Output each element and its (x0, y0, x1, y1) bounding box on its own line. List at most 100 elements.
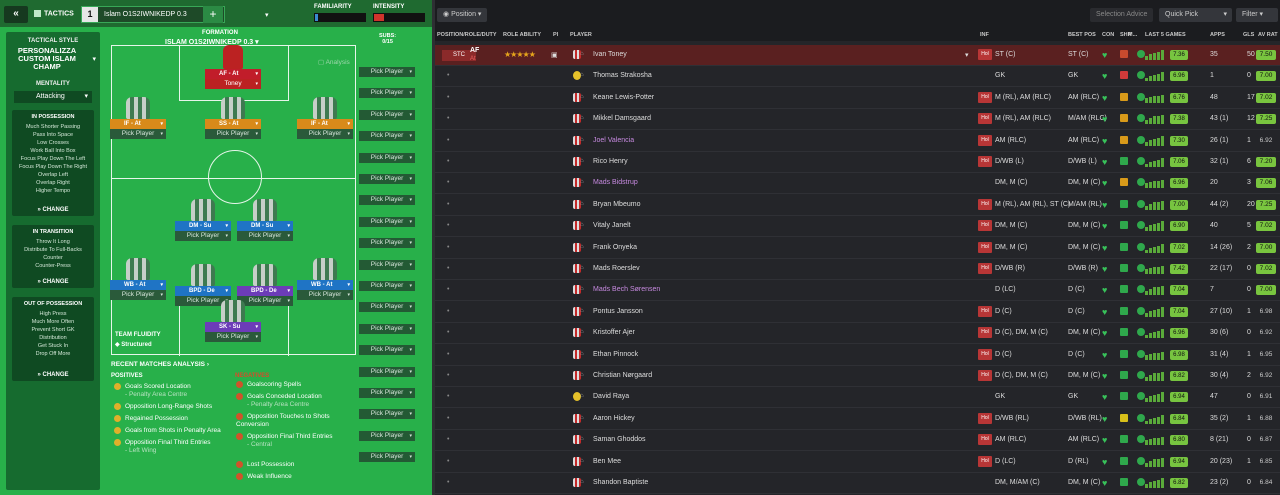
analysis-item[interactable]: Opposition Final Third Entries - Left Win… (114, 439, 234, 455)
table-row[interactable]: • ⌂ Mads Roerslev Hol D/WB (R) D/WB (R) ♥ 7.42 2… (435, 259, 1280, 280)
table-row[interactable]: • ⌂ Ethan Pinnock Hol D (C) D (C) ♥ 6.98 31 (4) 1… (435, 345, 1280, 366)
table-row[interactable]: • ⌂ Frank Onyeka Hol DM, M (C) DM, M (C) ♥ 7.02… (435, 238, 1280, 259)
table-row[interactable]: • ⌂ Vitaly Janelt Hol DM, M (C) DM, M (C) ♥ 6.9… (435, 216, 1280, 238)
formation-slot[interactable]: SK - SuPick Player (205, 300, 261, 342)
sub-slot[interactable]: Pick Player (359, 345, 415, 356)
player-name[interactable]: Aaron Hickey (593, 415, 635, 422)
sub-slot[interactable]: Pick Player (359, 409, 415, 420)
player-name[interactable]: Mikkel Damsgaard (593, 115, 651, 122)
table-row[interactable]: • ⌂ Aaron Hickey Hol D/WB (RL) D/WB (RL) ♥ 6.84… (435, 409, 1280, 430)
table-row[interactable]: • ⌂ David Raya GK GK ♥ 6.94 47 0 6.91 (435, 387, 1280, 409)
sub-slot[interactable]: Pick Player (359, 302, 415, 313)
player-selector[interactable]: Pick Player (205, 129, 261, 139)
player-name[interactable]: Christian Nørgaard (593, 372, 652, 379)
role-selector[interactable]: AF - At (205, 69, 261, 79)
table-row[interactable]: • ⌂ Saman Ghoddos Hol AM (RLC) AM (RLC) ♥ 6.80 8… (435, 430, 1280, 452)
change-in-transition-button[interactable]: » CHANGE (12, 279, 94, 285)
pi-icon[interactable]: ▣ (551, 51, 558, 59)
pick-sub-player[interactable]: Pick Player (359, 345, 415, 356)
player-name[interactable]: Thomas Strakosha (593, 72, 652, 79)
role-selector[interactable]: DM - Su (175, 221, 231, 231)
table-row[interactable]: • ⌂ Joel Valencia Hol AM (RLC) AM (RLC) ♥ 7.30 2… (435, 131, 1280, 152)
pick-sub-player[interactable]: Pick Player (359, 131, 415, 142)
player-name[interactable]: Saman Ghoddos (593, 436, 646, 443)
pick-sub-player[interactable]: Pick Player (359, 216, 415, 227)
formation-slot[interactable]: AF - AtToney (205, 45, 261, 89)
player-name[interactable]: Kristoffer Ajer (593, 329, 635, 336)
analysis-item[interactable]: Opposition Long-Range Shots (114, 403, 234, 411)
sub-slot[interactable]: Pick Player (359, 366, 415, 377)
column-header-1[interactable]: ROLE ABILITY (503, 32, 541, 38)
sub-slot[interactable]: Pick Player (359, 109, 415, 120)
sub-slot[interactable]: Pick Player (359, 323, 415, 334)
chevron-down-icon[interactable]: ▾ (84, 91, 88, 103)
formation-slot[interactable]: IF - AtPick Player (297, 97, 353, 139)
sub-slot[interactable]: Pick Player (359, 131, 415, 142)
table-row[interactable]: STC AF At ★★★★★ ▣ ⌂ Ivan Toney ▾ Hol ST (C) ST (C)… (435, 45, 1280, 66)
analysis-item[interactable]: Opposition Final Third Entries - Central (236, 433, 351, 449)
role-selector[interactable]: WB - At (297, 280, 353, 290)
table-row[interactable]: • ⌂ Thomas Strakosha GK GK ♥ 6.96 1 0 7.00 (435, 66, 1280, 88)
analysis-item[interactable]: Goals from Shots in Penalty Area (114, 427, 234, 435)
player-name[interactable]: David Raya (593, 393, 629, 400)
analysis-toggle[interactable]: ▢ Analysis (318, 58, 350, 66)
role-selector[interactable]: BPD - De (237, 286, 293, 296)
change-in-possession-button[interactable]: » CHANGE (12, 207, 94, 213)
player-name[interactable]: Ethan Pinnock (593, 351, 638, 358)
player-name[interactable]: Mads Bech Sørensen (593, 286, 660, 293)
player-name[interactable]: Pontus Jansson (593, 308, 643, 315)
analysis-item[interactable]: Lost Possession (236, 461, 351, 469)
pick-sub-player[interactable]: Pick Player (359, 452, 415, 463)
analysis-item[interactable]: Goalscoring Spells (236, 381, 351, 389)
formation-slot[interactable]: DM - SuPick Player (237, 199, 293, 241)
collapse-button[interactable]: « (4, 6, 28, 23)
column-header-2[interactable]: PI (553, 32, 558, 38)
table-row[interactable]: • ⌂ Bryan Mbeumo Hol M (RL), AM (RL), ST (C)… (435, 195, 1280, 216)
player-name[interactable]: Keane Lewis-Potter (593, 94, 654, 101)
analysis-item[interactable]: Opposition Touches to Shots Conversion (236, 413, 351, 429)
chevron-down-icon[interactable]: ▾ (265, 11, 269, 19)
column-header-11[interactable]: GLS (1243, 32, 1254, 38)
column-header-0[interactable]: POSITION/ROLE/DUTY (437, 32, 497, 38)
player-selector[interactable]: Pick Player (175, 231, 231, 241)
sub-slot[interactable]: Pick Player (359, 259, 415, 270)
change-out-of-possession-button[interactable]: » CHANGE (12, 372, 94, 378)
sub-slot[interactable]: Pick Player (359, 67, 415, 77)
column-header-5[interactable]: BEST POS (1068, 32, 1096, 38)
intensity-bar[interactable] (373, 13, 425, 22)
sub-slot[interactable]: Pick Player (359, 174, 415, 184)
pick-sub-player[interactable]: Pick Player (359, 174, 415, 184)
sub-slot[interactable]: Pick Player (359, 216, 415, 227)
pick-sub-player[interactable]: Pick Player (359, 409, 415, 420)
player-name[interactable]: Joel Valencia (593, 137, 634, 144)
pick-sub-player[interactable]: Pick Player (359, 109, 415, 120)
player-name[interactable]: Mads Bidstrup (593, 179, 638, 186)
role-selector[interactable]: WB - At (110, 280, 166, 290)
chevron-down-icon[interactable]: ▾ (965, 51, 969, 59)
table-row[interactable]: • ⌂ Mikkel Damsgaard Hol M (RL), AM (RLC) M/A… (435, 109, 1280, 131)
pick-sub-player[interactable]: Pick Player (359, 67, 415, 77)
add-tactic-button[interactable]: + (203, 6, 223, 23)
player-selector[interactable]: Pick Player (297, 290, 353, 300)
player-name[interactable]: Shandon Baptiste (593, 479, 648, 486)
pick-sub-player[interactable]: Pick Player (359, 366, 415, 377)
column-header-10[interactable]: APPS (1210, 32, 1225, 38)
column-header-3[interactable]: PLAYER (570, 32, 592, 38)
pick-sub-player[interactable]: Pick Player (359, 430, 415, 441)
formation-slot[interactable]: WB - AtPick Player (110, 258, 166, 300)
sub-slot[interactable]: Pick Player (359, 88, 415, 99)
pick-sub-player[interactable]: Pick Player (359, 323, 415, 334)
column-header-4[interactable]: INF (980, 32, 989, 38)
sub-slot[interactable]: Pick Player (359, 281, 415, 291)
table-row[interactable]: • ⌂ Shandon Baptiste DM, M/AM (C) DM, M (C) ♥… (435, 473, 1280, 494)
sub-slot[interactable]: Pick Player (359, 430, 415, 441)
role-selector[interactable]: SS - At (205, 119, 261, 129)
selected-role[interactable]: AF (470, 47, 479, 54)
player-selector[interactable]: Pick Player (110, 129, 166, 139)
familiarity-bar[interactable] (314, 13, 366, 22)
player-selector[interactable]: Pick Player (205, 332, 261, 342)
role-selector[interactable]: BPD - De (175, 286, 231, 296)
player-name[interactable]: Ivan Toney (593, 51, 627, 58)
table-row[interactable]: • ⌂ Mads Bech Sørensen D (LC) D (C) ♥ 7.04 7 0 7.… (435, 280, 1280, 302)
formation-slot[interactable]: IF - AtPick Player (110, 97, 166, 139)
